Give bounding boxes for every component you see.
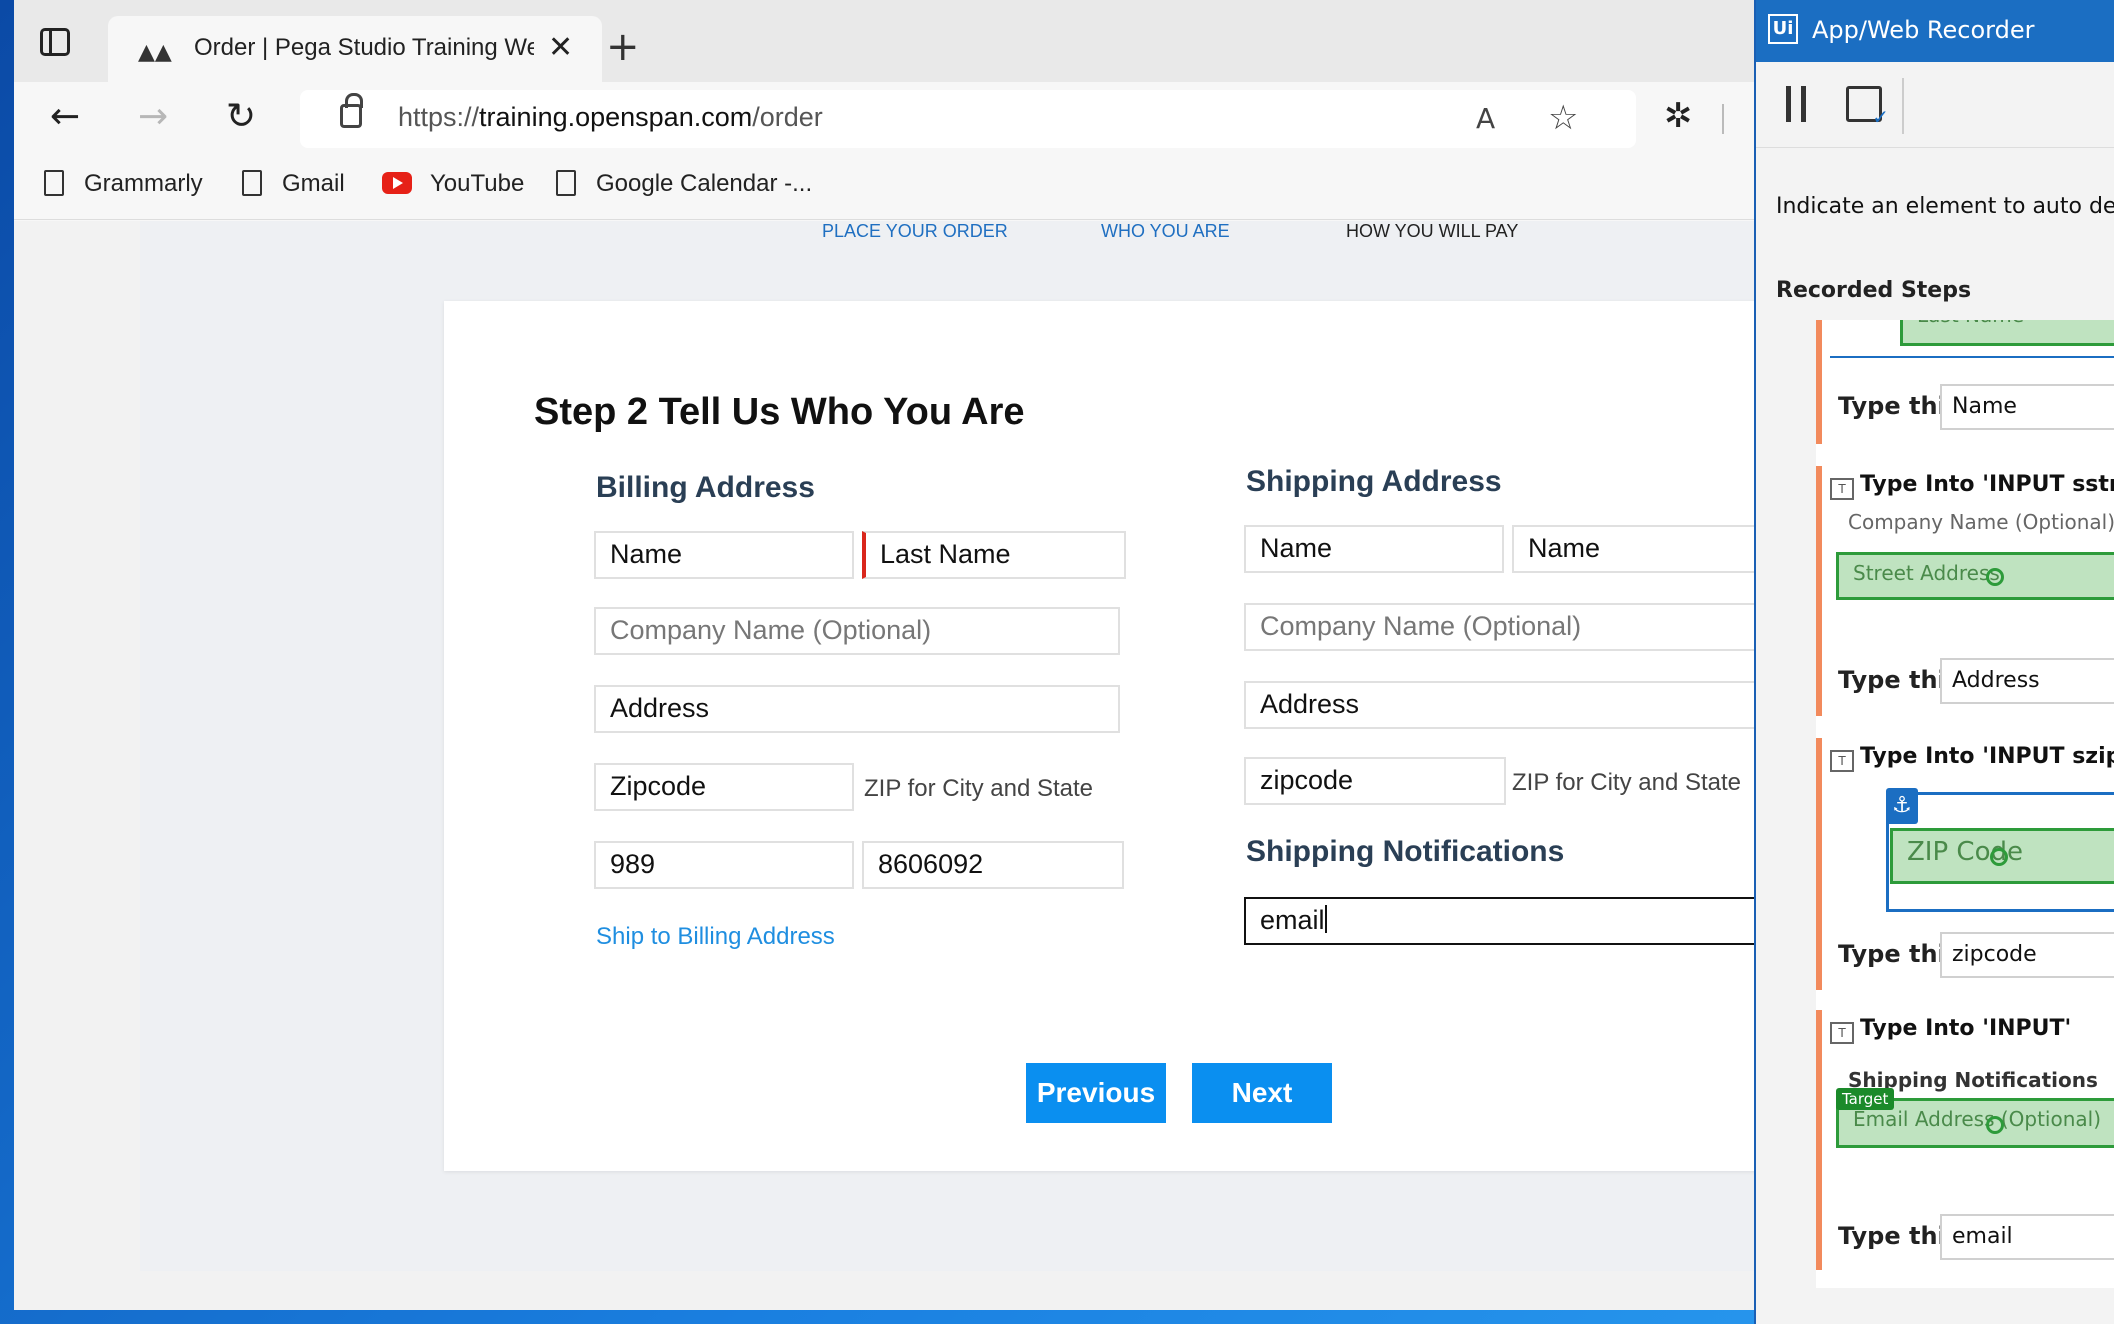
pega-favicon-icon: ▲▲: [138, 40, 172, 65]
type-this-input[interactable]: Address: [1940, 658, 2114, 704]
type-into-icon: T: [1830, 478, 1854, 500]
shipping-address-input[interactable]: Address: [1244, 681, 1754, 729]
bookmark-grammarly[interactable]: Grammarly: [44, 170, 203, 198]
shipping-company-input[interactable]: Company Name (Optional): [1244, 603, 1754, 651]
wizard-step-how-you-pay: HOW YOU WILL PAY: [1346, 221, 1519, 241]
text-caret: [1324, 905, 1327, 933]
youtube-icon: [382, 172, 412, 194]
shipping-first-name-input[interactable]: Name: [1244, 525, 1504, 573]
save-and-exit-icon[interactable]: [1846, 86, 1889, 129]
recorder-title: App/Web Recorder: [1812, 16, 2035, 44]
billing-company-input[interactable]: Company Name (Optional): [594, 607, 1120, 655]
tab-title: Order | Pega Studio Training Web: [194, 34, 534, 61]
shipping-notifications-heading: Shipping Notifications: [1246, 835, 1565, 868]
uipath-logo-icon: Ui: [1768, 14, 1798, 44]
next-button[interactable]: Next: [1192, 1063, 1332, 1123]
shipping-zip-hint: ZIP for City and State: [1512, 769, 1741, 796]
reload-button[interactable]: ↻: [226, 96, 256, 137]
target-badge: Target: [1836, 1088, 1895, 1110]
toolbar-divider: [1902, 78, 1904, 134]
shipping-last-name-input[interactable]: Name: [1512, 525, 1754, 573]
step-header: T Type Into 'INPUT szip_: [1830, 744, 2114, 772]
recorder-hint: Indicate an element to auto dete: [1776, 194, 2114, 219]
wizard-step-who-you-are[interactable]: WHO YOU ARE: [1101, 221, 1230, 242]
browser-window: ▲▲ Order | Pega Studio Training Web ✕ + …: [14, 0, 1754, 1310]
read-aloud-icon[interactable]: A: [1476, 102, 1495, 135]
recorded-steps-heading: Recorded Steps: [1776, 278, 1972, 303]
recorder-title-bar: Ui App/Web Recorder: [1756, 0, 2114, 62]
step-header: T Type Into 'INPUT': [1830, 1016, 2071, 1044]
step-preview: Shipping Notifications Email Address (Op…: [1830, 1054, 2114, 1194]
recorded-step[interactable]: T Type Into 'INPUT szip_ ⚓ ZIP Code Type …: [1816, 738, 2114, 990]
billing-zipcode-input[interactable]: Zipcode: [594, 763, 854, 811]
page-icon: [556, 170, 576, 196]
anchor-icon: ⚓: [1886, 788, 1918, 824]
pause-icon[interactable]: [1786, 86, 1806, 122]
billing-heading: Billing Address: [596, 471, 815, 504]
type-into-icon: T: [1830, 750, 1854, 772]
billing-address-input[interactable]: Address: [594, 685, 1120, 733]
step-preview: Company Name (Optional) Street Address: [1830, 510, 2114, 638]
add-favorite-icon[interactable]: ☆: [1548, 98, 1578, 138]
page-icon: [242, 170, 262, 196]
web-page: PLACE YOUR ORDER WHO YOU ARE HOW YOU WIL…: [14, 221, 1754, 1310]
page-title: Step 2 Tell Us Who You Are: [534, 391, 1025, 433]
bookmark-google-calendar[interactable]: Google Calendar -...: [556, 170, 812, 198]
recorded-step[interactable]: TType Into 'INPUT sstree Company Name (O…: [1816, 466, 2114, 716]
recorded-step[interactable]: Last Name Type this Name: [1816, 320, 2114, 444]
billing-zip-hint: ZIP for City and State: [864, 775, 1093, 802]
shipping-zipcode-input[interactable]: zipcode: [1244, 757, 1506, 805]
type-this-input[interactable]: zipcode: [1940, 932, 2114, 978]
crosshair-icon: [1986, 568, 2004, 586]
step-preview: Last Name: [1830, 320, 2114, 360]
target-highlight: Street Address: [1836, 552, 2114, 600]
preview-context-text: Company Name (Optional): [1848, 510, 2114, 534]
navigation-bar: ← → ↻ https://training.openspan.com/orde…: [14, 82, 1754, 154]
recorder-toolbar: [1756, 62, 2114, 148]
page-content: PLACE YOUR ORDER WHO YOU ARE HOW YOU WIL…: [140, 221, 1754, 1271]
recorded-steps-list[interactable]: Last Name Type this Name TType Into 'INP…: [1816, 320, 2114, 1288]
lock-icon[interactable]: [340, 93, 363, 128]
close-tab-icon[interactable]: ✕: [548, 30, 573, 65]
crosshair-icon: [1990, 848, 2008, 866]
bookmarks-bar: Grammarly Gmail YouTube Google Calendar …: [14, 154, 1754, 220]
tab-strip: ▲▲ Order | Pega Studio Training Web ✕ +: [14, 0, 1754, 82]
toolbar-divider: [1722, 104, 1724, 134]
anchor-outline: [1830, 356, 2114, 358]
step-header: TType Into 'INPUT sstree: [1830, 472, 2114, 500]
order-form-card: Step 2 Tell Us Who You Are Billing Addre…: [444, 301, 1754, 1171]
crosshair-icon: [1986, 1116, 2004, 1134]
back-button[interactable]: ←: [50, 96, 80, 137]
type-into-icon: T: [1830, 1022, 1854, 1044]
shipping-email-input[interactable]: email: [1244, 897, 1754, 945]
wizard-step-place-order[interactable]: PLACE YOUR ORDER: [822, 221, 1008, 242]
extensions-icon[interactable]: ✲: [1664, 96, 1693, 136]
bookmark-youtube[interactable]: YouTube: [382, 170, 524, 198]
billing-first-name-input[interactable]: Name: [594, 531, 854, 579]
recorded-step[interactable]: T Type Into 'INPUT' Shipping Notification…: [1816, 1010, 2114, 1270]
tab-order[interactable]: ▲▲ Order | Pega Studio Training Web ✕: [108, 16, 602, 82]
new-tab-button[interactable]: +: [606, 24, 640, 70]
page-icon: [44, 170, 64, 196]
type-this-input[interactable]: email: [1940, 1214, 2114, 1260]
bookmark-gmail[interactable]: Gmail: [242, 170, 345, 198]
ship-to-billing-link[interactable]: Ship to Billing Address: [596, 923, 835, 951]
address-bar[interactable]: https://training.openspan.com/order A ☆: [300, 90, 1636, 148]
type-this-input[interactable]: Name: [1940, 384, 2114, 430]
previous-button[interactable]: Previous: [1026, 1063, 1166, 1123]
billing-phone-area-input[interactable]: 989: [594, 841, 854, 889]
shipping-heading: Shipping Address: [1246, 465, 1502, 498]
forward-button[interactable]: →: [138, 96, 168, 137]
url-text: https://training.openspan.com/order: [398, 102, 823, 132]
app-web-recorder-panel: Ui App/Web Recorder Indicate an element …: [1754, 0, 2114, 1324]
billing-last-name-input[interactable]: Last Name: [862, 531, 1126, 579]
target-highlight: Last Name: [1900, 320, 2114, 346]
tab-actions-icon[interactable]: [40, 28, 76, 64]
billing-phone-number-input[interactable]: 8606092: [862, 841, 1124, 889]
step-preview: ⚓ ZIP Code: [1830, 782, 2114, 916]
